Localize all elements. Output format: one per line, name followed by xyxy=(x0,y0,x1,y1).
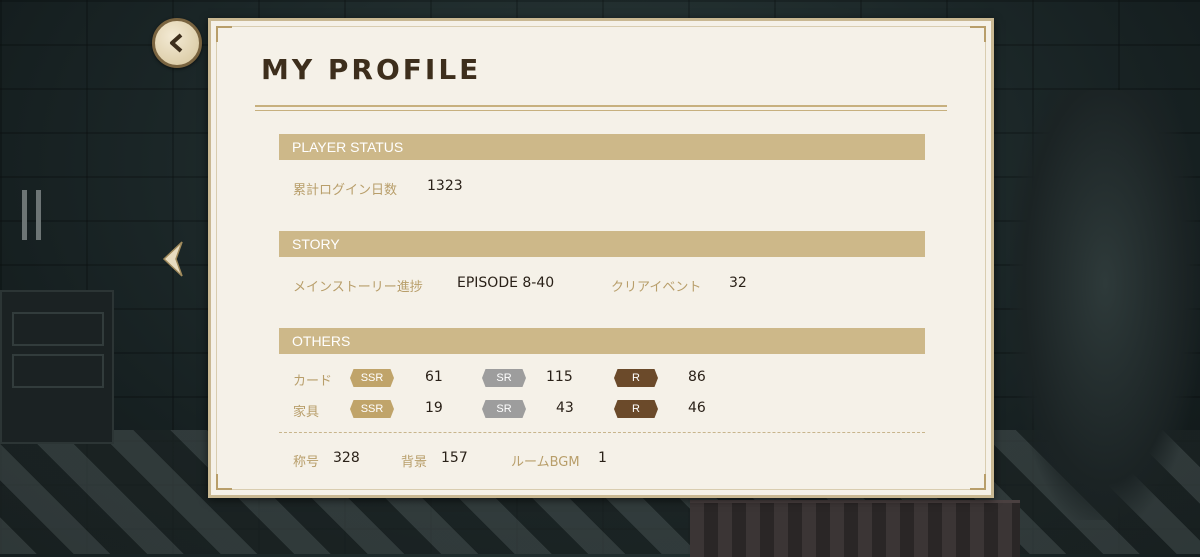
backgrounds-value: 157 xyxy=(441,450,468,466)
title-divider xyxy=(255,105,947,107)
ssr-badge: SSR xyxy=(350,369,394,387)
furniture-sr-count: 43 xyxy=(556,400,574,416)
section-header-player-status: PLAYER STATUS xyxy=(279,134,925,160)
corner-ornament xyxy=(970,474,986,490)
cards-label: カード xyxy=(293,374,333,389)
section-header-story: STORY xyxy=(279,231,925,257)
page-title: MY PROFILE xyxy=(261,53,482,86)
cards-ssr-count: 61 xyxy=(425,369,443,385)
login-days-label: 累計ログイン日数 xyxy=(293,183,398,198)
sr-badge: SR xyxy=(482,400,526,418)
background-dragon-statue xyxy=(1010,90,1200,520)
room-bgm-value: 1 xyxy=(598,450,607,466)
title-divider xyxy=(255,110,947,111)
corner-ornament xyxy=(970,26,986,42)
backgrounds-label: 背景 xyxy=(401,455,428,470)
panel-inner-border xyxy=(216,26,986,490)
section-divider xyxy=(279,432,925,433)
background-candle xyxy=(22,190,27,240)
cards-sr-count: 115 xyxy=(546,369,573,385)
sr-badge: SR xyxy=(482,369,526,387)
section-header-others: OTHERS xyxy=(279,328,925,354)
r-badge: R xyxy=(614,400,658,418)
chevron-left-icon xyxy=(170,33,183,53)
background-drawer xyxy=(12,354,104,388)
furniture-label: 家具 xyxy=(293,405,320,420)
chevron-left-icon[interactable] xyxy=(162,240,184,278)
titles-label: 称号 xyxy=(293,455,320,470)
furniture-ssr-count: 19 xyxy=(425,400,443,416)
titles-value: 328 xyxy=(333,450,360,466)
profile-panel: MY PROFILE PLAYER STATUS 累計ログイン日数 1323 S… xyxy=(208,18,994,498)
background-rug xyxy=(690,500,1020,557)
background-candle xyxy=(36,190,41,240)
cleared-events-label: クリアイベント xyxy=(611,280,702,295)
cleared-events-value: 32 xyxy=(729,275,747,291)
main-story-value: EPISODE 8-40 xyxy=(457,275,555,291)
corner-ornament xyxy=(216,26,232,42)
back-button[interactable] xyxy=(152,18,202,68)
login-days-value: 1323 xyxy=(427,178,463,194)
main-story-label: メインストーリー進捗 xyxy=(293,280,423,295)
r-badge: R xyxy=(614,369,658,387)
furniture-r-count: 46 xyxy=(688,400,706,416)
corner-ornament xyxy=(216,474,232,490)
background-desk xyxy=(0,290,114,444)
background-drawer xyxy=(12,312,104,346)
cards-r-count: 86 xyxy=(688,369,706,385)
room-bgm-label: ルームBGM xyxy=(511,455,580,470)
ssr-badge: SSR xyxy=(350,400,394,418)
